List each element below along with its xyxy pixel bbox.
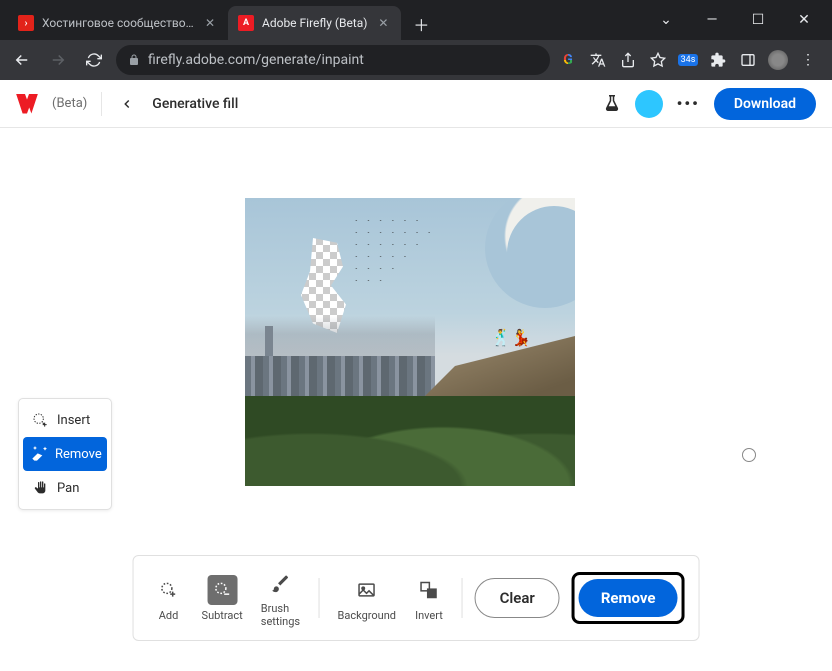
more-menu-button[interactable]: •••: [677, 94, 700, 113]
brush-settings-label: Brush settings: [261, 602, 301, 628]
address-bar[interactable]: firefly.adobe.com/generate/inpaint: [116, 45, 550, 75]
tab-favicon-1: A: [238, 15, 254, 31]
browser-tab-1[interactable]: A Adobe Firefly (Beta) ✕: [228, 6, 401, 40]
reload-button[interactable]: [80, 46, 108, 74]
adobe-logo: [16, 94, 38, 114]
tool-pan-label: Pan: [57, 481, 79, 496]
share-icon[interactable]: [618, 50, 638, 70]
brush-subtract-label: Subtract: [202, 609, 243, 622]
brush-minus-icon: [207, 575, 237, 605]
invert-icon: [414, 575, 444, 605]
tab-title-0: Хостинговое сообщество «Time: [42, 16, 194, 30]
chevron-down-icon[interactable]: ⌄: [652, 6, 680, 34]
eraser-sparkle-icon: [31, 445, 47, 463]
lock-icon: [128, 54, 140, 66]
translate-icon[interactable]: [588, 50, 608, 70]
brush-add-button[interactable]: Add: [148, 573, 190, 624]
back-button[interactable]: [116, 97, 138, 111]
extensions-icon[interactable]: [708, 50, 728, 70]
profile-avatar[interactable]: [768, 50, 788, 70]
beaker-icon[interactable]: [603, 95, 621, 113]
url-text: firefly.adobe.com/generate/inpaint: [148, 52, 364, 68]
sparkle-plus-icon: [31, 411, 49, 429]
invert-label: Invert: [415, 609, 443, 622]
hand-icon: [31, 479, 49, 497]
tool-panel: Insert Remove Pan: [18, 398, 112, 510]
tab-favicon-0: ›: [18, 15, 34, 31]
tool-remove[interactable]: Remove: [23, 437, 107, 471]
remove-button[interactable]: Remove: [579, 579, 678, 617]
close-icon[interactable]: ✕: [202, 15, 218, 31]
tool-insert[interactable]: Insert: [23, 403, 107, 437]
download-button[interactable]: Download: [714, 88, 816, 120]
close-window-button[interactable]: ✕: [790, 6, 818, 34]
remove-highlight-frame: Remove: [572, 572, 685, 624]
bookmark-icon[interactable]: [648, 50, 668, 70]
breadcrumb: Generative fill: [152, 96, 238, 112]
select-background-button[interactable]: Background: [332, 573, 402, 624]
brush-plus-icon: [154, 575, 184, 605]
canvas-image[interactable]: ˇ ˇ ˇ ˇ ˇ ˇˇ ˇ ˇ ˇ ˇ ˇ ˇˇ ˇ ˇ ˇ ˇ ˇˇ ˇ ˇ…: [245, 198, 575, 486]
maximize-button[interactable]: ☐: [744, 6, 772, 34]
close-icon[interactable]: ✕: [375, 15, 391, 31]
browser-tab-0[interactable]: › Хостинговое сообщество «Time ✕: [8, 6, 228, 40]
user-avatar[interactable]: [635, 90, 663, 118]
divider: [101, 92, 102, 116]
brush-settings-button[interactable]: Brush settings: [255, 566, 307, 630]
tool-remove-label: Remove: [55, 447, 102, 462]
beta-label: (Beta): [52, 96, 87, 111]
extension-badge[interactable]: 34s: [678, 50, 698, 70]
brush-add-label: Add: [159, 609, 179, 622]
invert-button[interactable]: Invert: [408, 573, 450, 624]
minimize-button[interactable]: ―: [698, 6, 726, 34]
tool-insert-label: Insert: [57, 413, 90, 428]
tab-title-1: Adobe Firefly (Beta): [262, 16, 367, 30]
new-tab-button[interactable]: ＋: [407, 10, 435, 38]
tool-pan[interactable]: Pan: [23, 471, 107, 505]
image-icon: [352, 575, 382, 605]
google-icon[interactable]: G: [558, 50, 578, 70]
app-header: (Beta) Generative fill ••• Download: [0, 80, 832, 128]
bottom-toolbar: Add Subtract Brush settings Background: [133, 555, 700, 641]
nav-back-button[interactable]: [8, 46, 36, 74]
brush-icon: [266, 568, 296, 598]
browser-menu-button[interactable]: ⋮: [798, 50, 818, 70]
clear-button[interactable]: Clear: [475, 578, 560, 618]
sidepanel-icon[interactable]: [738, 50, 758, 70]
variation-indicator[interactable]: [742, 448, 756, 462]
brush-subtract-button[interactable]: Subtract: [196, 573, 249, 624]
nav-forward-button[interactable]: [44, 46, 72, 74]
select-background-label: Background: [338, 609, 396, 622]
